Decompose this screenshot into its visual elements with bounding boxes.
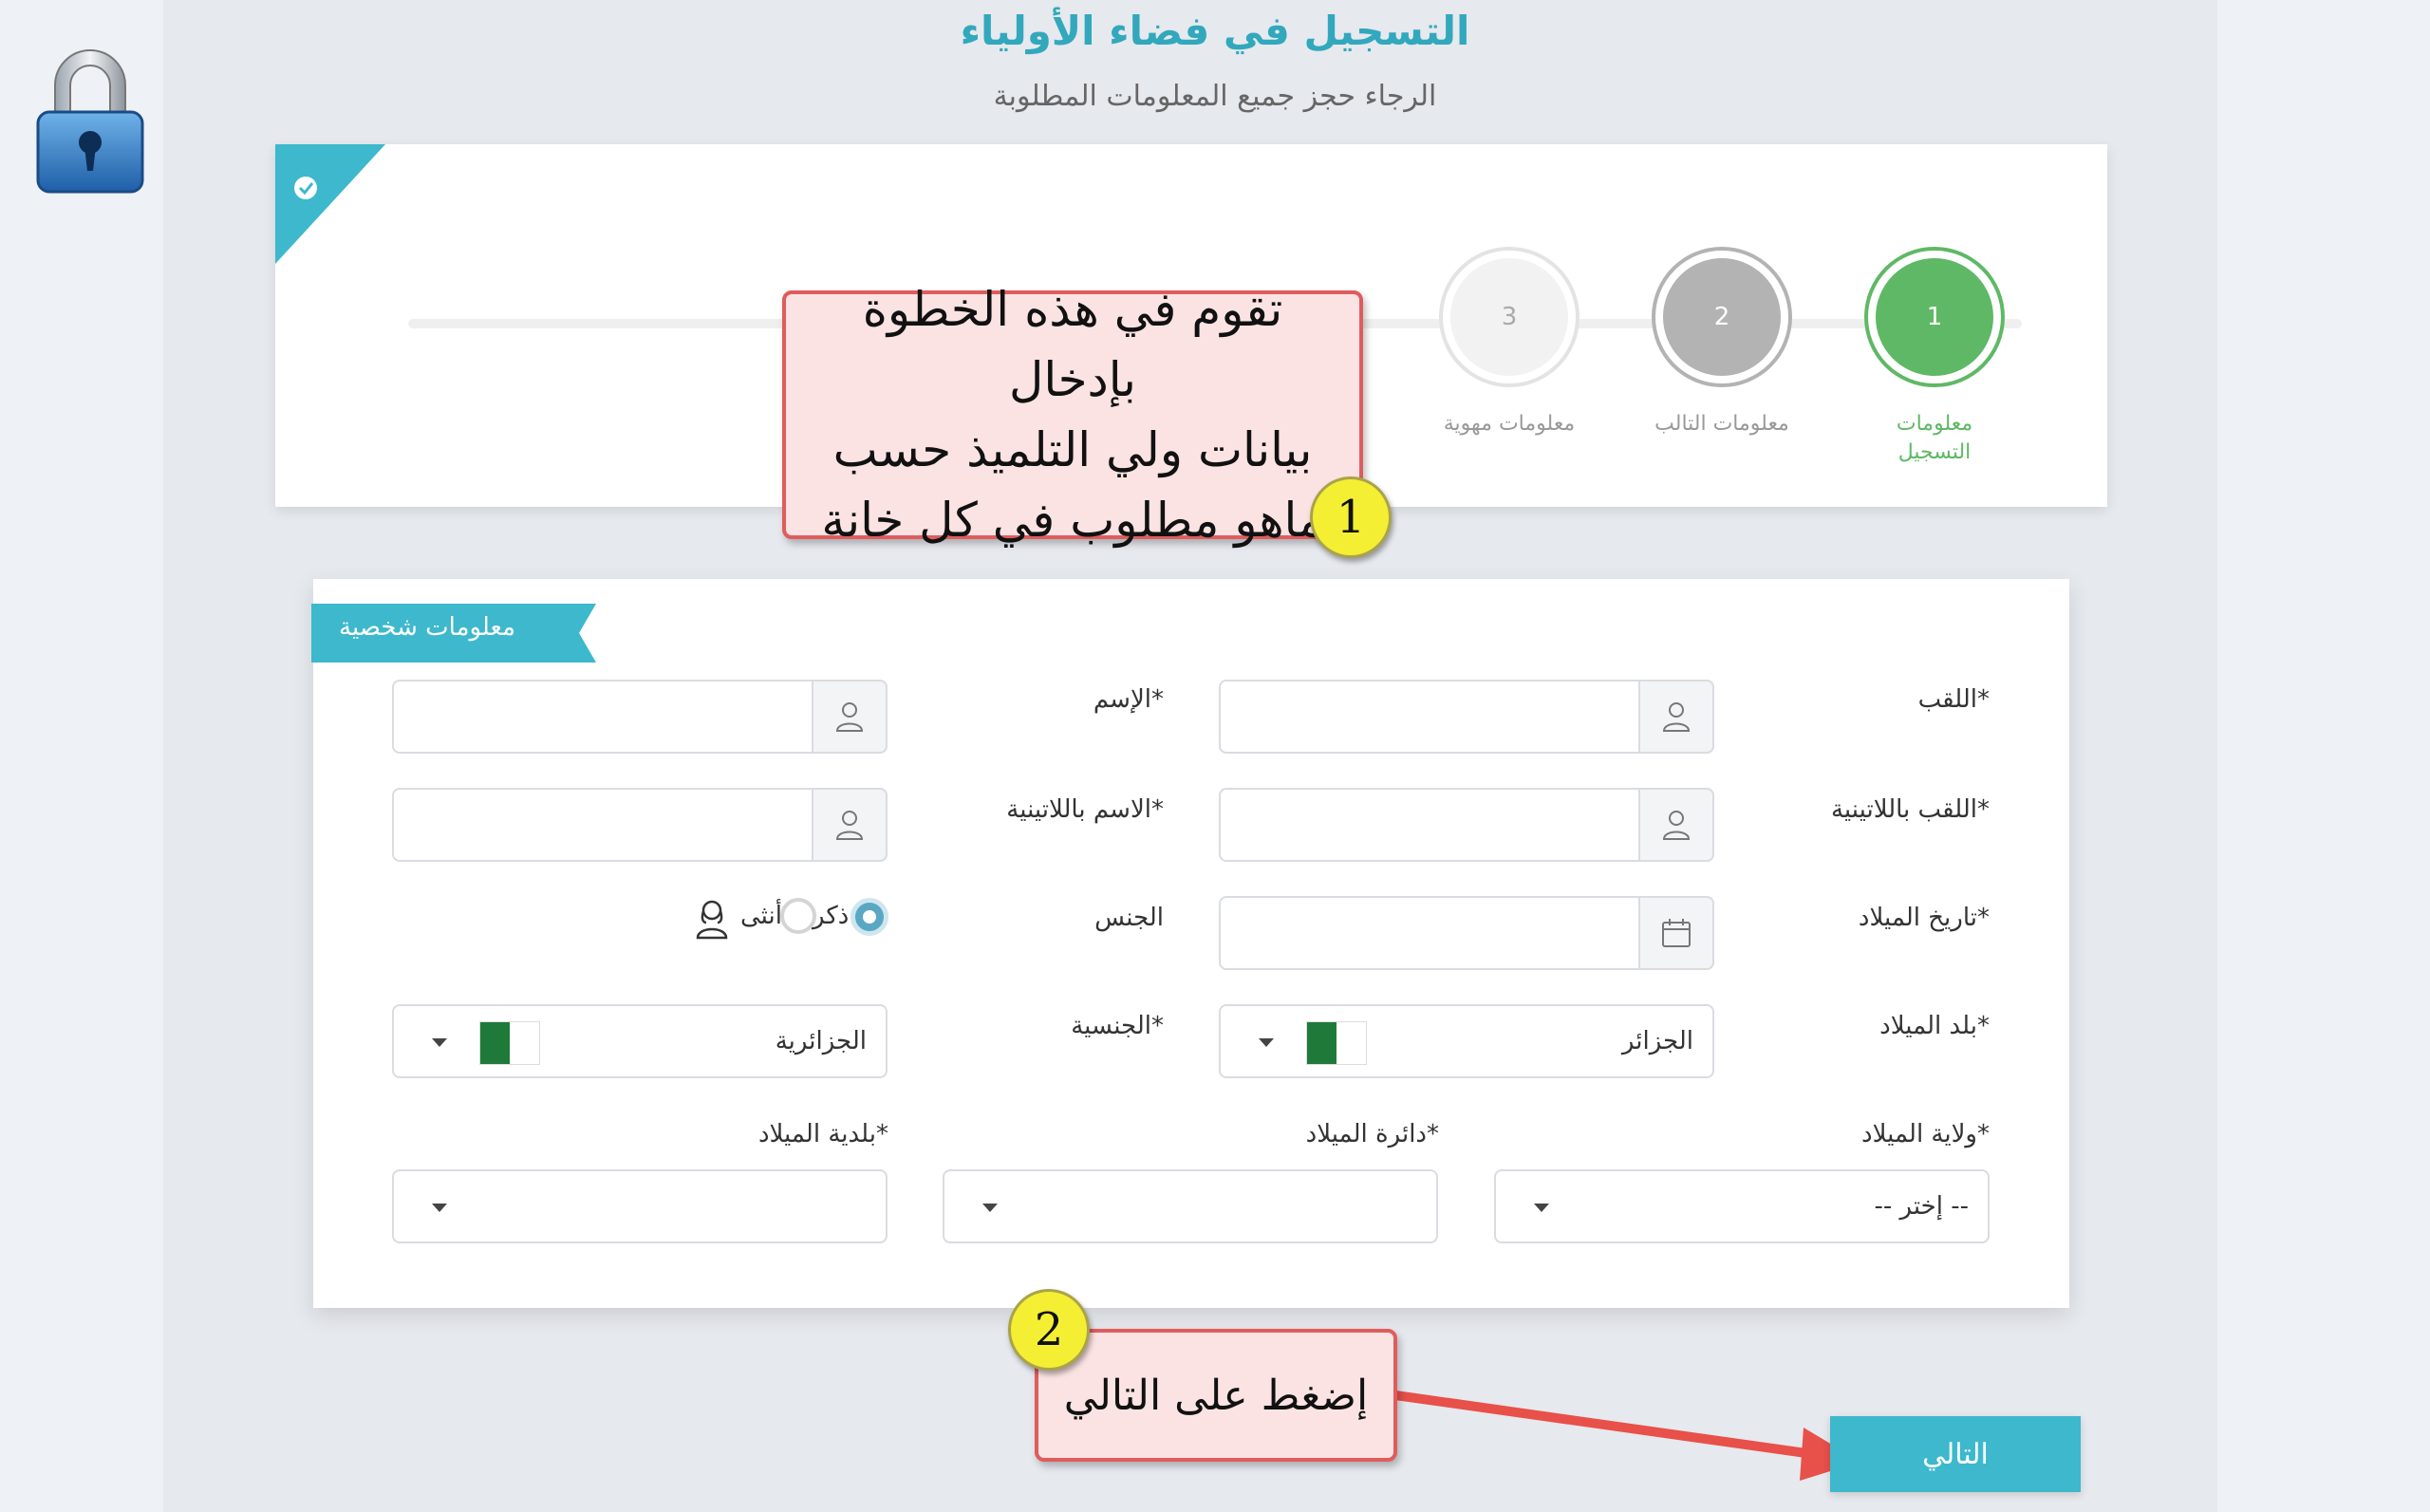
chevron-down-icon	[1259, 1038, 1274, 1047]
birth-daira-select[interactable]	[943, 1169, 1438, 1243]
nationality-select[interactable]: الجزائرية	[392, 1004, 888, 1078]
step-1-label: معلومات التسجيل	[1821, 410, 2048, 467]
chevron-down-icon	[1534, 1204, 1549, 1212]
step-1-circle[interactable]: 1	[1868, 251, 2001, 383]
user-icon	[1638, 788, 1714, 862]
gender-female-label: أنثى	[740, 902, 782, 930]
callout-1-line: بيانات ولي التلميذ حسب	[832, 422, 1313, 477]
female-user-icon	[696, 900, 728, 940]
step-badge-2: 2	[1008, 1289, 1090, 1371]
birth-commune-label: بلدية الميلاد*	[757, 1120, 888, 1148]
step-1-label-line1: معلومات	[1896, 412, 1973, 436]
nationality-value: الجزائرية	[775, 1027, 867, 1055]
instruction-callout-2: إضغط على التالي	[1035, 1329, 1397, 1462]
chevron-down-icon	[982, 1204, 998, 1212]
step-badge-1: 1	[1310, 476, 1392, 558]
step-1-label-line2: التسجيل	[1897, 440, 1972, 464]
chevron-down-icon	[432, 1204, 447, 1212]
birth-country-select[interactable]: الجزائر	[1219, 1004, 1714, 1078]
user-icon	[812, 680, 888, 754]
birth-commune-select[interactable]	[392, 1169, 888, 1243]
name-label: الإسم*	[1093, 685, 1164, 714]
birth-wilaya-label: ولاية الميلاد*	[1861, 1120, 1990, 1148]
step-3-circle[interactable]: 3	[1443, 251, 1576, 383]
lock-icon	[36, 49, 144, 194]
surname-label: اللقب*	[1917, 685, 1990, 714]
birth-country-label: بلد الميلاد*	[1879, 1012, 1990, 1040]
user-icon	[1638, 680, 1714, 754]
gender-male-radio[interactable]	[850, 898, 888, 936]
step-2-label: معلومات التالب	[1654, 412, 1789, 436]
next-button[interactable]: التالي	[1830, 1416, 2081, 1492]
surname-latin-label: اللقب باللاتينية*	[1830, 795, 1990, 824]
user-icon	[812, 788, 888, 862]
section-title: معلومات شخصية	[339, 613, 515, 642]
step-2-circle[interactable]: 2	[1655, 251, 1788, 383]
birth-date-label: تاريخ الميلاد*	[1858, 904, 1990, 932]
birth-country-value: الجزائر	[1621, 1027, 1693, 1055]
pointer-arrow-icon	[1394, 1391, 1860, 1481]
chevron-down-icon	[432, 1038, 447, 1047]
calendar-icon[interactable]	[1638, 896, 1714, 970]
algeria-flag-icon	[479, 1021, 540, 1065]
gender-label: الجنس	[1094, 904, 1164, 932]
algeria-flag-icon	[1306, 1021, 1367, 1065]
step-3-label: معلومات مهوية	[1443, 412, 1576, 436]
callout-1-line: تقوم في هذه الخطوة بإدخال	[862, 282, 1283, 407]
gender-male-label: ذكر	[813, 902, 850, 930]
page-title: التسجيل في فضاء الأولياء	[960, 8, 1470, 54]
page-subtitle: الرجاء حجز جميع المعلومات المطلوبة	[993, 80, 1437, 113]
birth-wilaya-select[interactable]: -- إختر --	[1494, 1169, 1990, 1243]
check-corner-icon	[275, 144, 385, 264]
callout-1-line: ماهو مطلوب في كل خانة	[821, 493, 1324, 548]
gender-female-radio[interactable]	[780, 898, 816, 934]
birth-wilaya-value: -- إختر --	[1874, 1192, 1969, 1221]
birth-daira-label: دائرة الميلاد*	[1305, 1120, 1439, 1148]
nationality-label: الجنسية*	[1071, 1012, 1164, 1040]
instruction-callout-1: تقوم في هذه الخطوة بإدخال بيانات ولي الت…	[782, 282, 1363, 548]
name-latin-label: الاسم باللاتينية*	[1006, 795, 1164, 824]
